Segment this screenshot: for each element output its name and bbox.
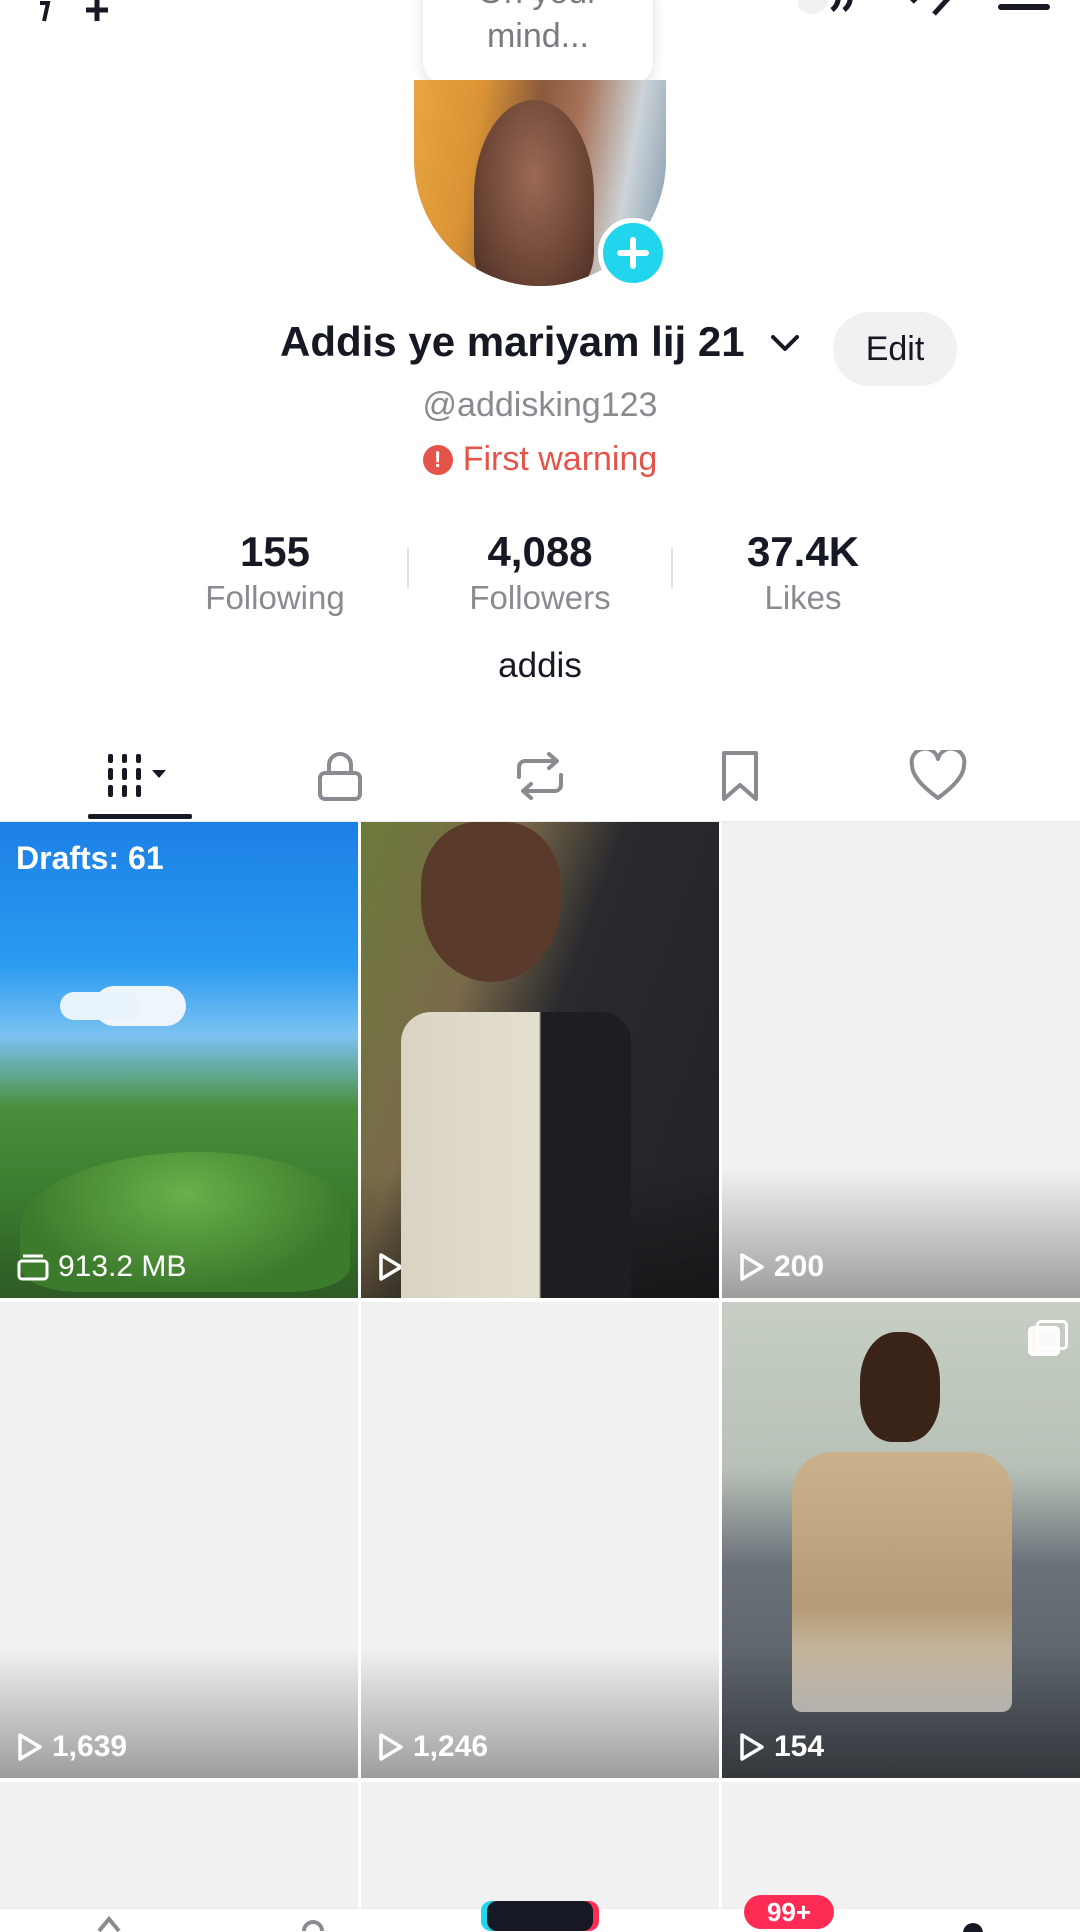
storage-icon: [17, 1254, 49, 1281]
view-count-text: 0: [413, 1250, 430, 1283]
home-icon[interactable]: [96, 1915, 122, 1932]
menu-icon[interactable]: [998, 0, 1050, 18]
profile-name-row: Addis ye mariyam lij 21 Edit: [0, 312, 1080, 386]
video-tile[interactable]: 1,246: [361, 1302, 719, 1778]
friends-icon[interactable]: [300, 1919, 326, 1932]
warning-text: First warning: [462, 440, 658, 478]
display-name[interactable]: Addis ye mariyam lij 21: [280, 318, 745, 366]
video-tile[interactable]: [361, 1782, 719, 1912]
chevron-down-icon[interactable]: [770, 334, 800, 359]
account-warning[interactable]: ! First warning: [0, 440, 1080, 479]
profile-tabs: [0, 730, 1080, 822]
selected-tab-indicator: [88, 814, 192, 819]
view-count: 0: [377, 1250, 430, 1284]
stat-divider: [671, 548, 673, 588]
creator-tools-icon[interactable]: [908, 0, 958, 18]
view-count-text: 1,246: [413, 1730, 489, 1763]
liked-tab[interactable]: [838, 730, 1038, 822]
play-icon: [740, 1253, 764, 1281]
top-right-actions: [798, 0, 1050, 18]
drafts-label: Drafts: 61: [16, 840, 164, 876]
heart-icon: [909, 750, 967, 800]
top-left-actions: [36, 0, 114, 38]
play-icon: [379, 1253, 403, 1281]
thought-bubble[interactable]: On your mind...: [423, 0, 653, 84]
stat-value: 4,088: [487, 528, 593, 575]
thought-bubble-line1: On your: [423, 0, 653, 14]
stat-divider: [407, 548, 409, 588]
video-tile[interactable]: 1,639: [0, 1302, 358, 1778]
stat-following[interactable]: 155 Following: [165, 526, 385, 618]
photo-carousel-icon: [1028, 1320, 1068, 1356]
stat-label: Following: [205, 579, 345, 616]
private-tab[interactable]: [240, 730, 440, 822]
stat-label: Likes: [764, 579, 842, 616]
view-count: 154: [738, 1730, 824, 1764]
lock-icon: [318, 752, 362, 801]
add-icon[interactable]: [80, 0, 114, 38]
view-count: 200: [738, 1250, 824, 1284]
video-tile[interactable]: 154: [722, 1302, 1080, 1778]
reposts-tab[interactable]: [440, 730, 640, 822]
stat-followers[interactable]: 4,088 Followers: [430, 526, 650, 618]
quote-icon[interactable]: [798, 0, 868, 18]
stat-value: 155: [239, 528, 311, 575]
grid-icon: [108, 754, 166, 797]
drafts-size: 913.2 MB: [16, 1250, 186, 1284]
video-tile[interactable]: 0: [361, 822, 719, 1298]
footprint-icon[interactable]: [36, 0, 66, 38]
tile-shade: [361, 1168, 719, 1298]
plus-icon: [617, 237, 649, 269]
drafts-tile[interactable]: Drafts: 61 913.2 MB: [0, 822, 358, 1298]
bookmark-icon: [722, 751, 758, 801]
bottom-navigation: 99+: [0, 1895, 1080, 1932]
play-icon: [379, 1733, 403, 1761]
profile-icon[interactable]: [958, 1917, 988, 1932]
stat-label: Followers: [469, 579, 611, 616]
play-icon: [740, 1733, 764, 1761]
profile-stats: 155 Following 4,088 Followers 37.4K Like…: [0, 526, 1080, 616]
add-avatar-button[interactable]: [598, 218, 668, 288]
username: @addisking123: [422, 386, 658, 424]
video-tile[interactable]: [0, 1782, 358, 1912]
video-tile[interactable]: 200: [722, 822, 1080, 1298]
favorites-tab[interactable]: [640, 730, 840, 822]
thought-bubble-line2: mind...: [486, 17, 590, 55]
view-count-text: 200: [774, 1250, 825, 1283]
stat-value: 37.4K: [746, 528, 860, 575]
view-count: 1,639: [16, 1730, 127, 1764]
create-button[interactable]: [487, 1901, 593, 1931]
inbox-badge[interactable]: 99+: [744, 1895, 834, 1929]
videos-tab[interactable]: [40, 730, 240, 822]
view-count-text: 1,639: [52, 1730, 128, 1763]
repost-icon: [517, 752, 563, 800]
edit-profile-button[interactable]: Edit: [833, 312, 957, 386]
view-count-text: 154: [774, 1730, 825, 1763]
warning-icon: !: [422, 444, 453, 475]
view-count: 1,246: [377, 1730, 488, 1764]
drafts-size-text: 913.2 MB: [58, 1250, 187, 1283]
play-icon: [18, 1733, 42, 1761]
stat-likes[interactable]: 37.4K Likes: [693, 526, 913, 618]
video-tile[interactable]: [722, 1782, 1080, 1912]
bio: addis: [498, 646, 582, 685]
